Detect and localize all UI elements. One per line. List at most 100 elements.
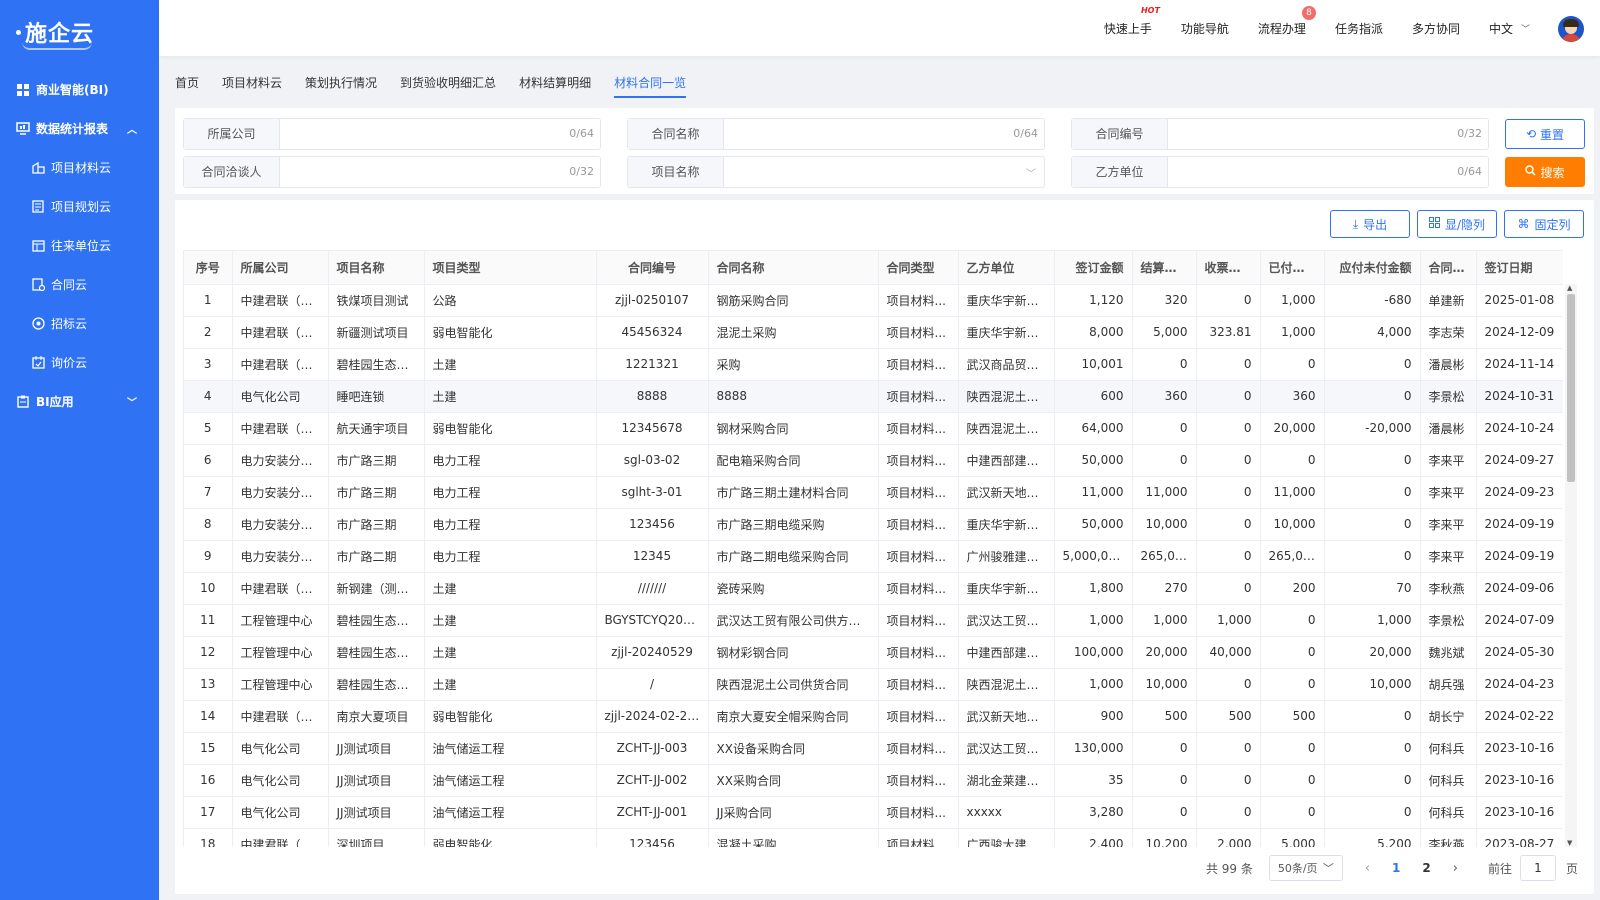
table-row[interactable]: 8 电力安装分公司 市广路三期 电力工程 123456 市广路三期电缆采购 项目材料... 重…: [184, 508, 1563, 541]
table-row[interactable]: 3 中建君联（广... 碧桂园生态城... 土建 1221321 采购 项目材料... 武汉商…: [184, 348, 1563, 381]
company-input[interactable]: 0/64: [280, 119, 600, 149]
tab-material-settlement[interactable]: 材料结算明细: [519, 70, 591, 98]
project-name-select[interactable]: ﹀: [724, 157, 1044, 187]
table-cell: 1,000: [1054, 604, 1133, 637]
scroll-up-icon[interactable]: ▲: [1567, 284, 1572, 292]
export-button[interactable]: ⤓ 导出: [1330, 210, 1410, 238]
sidebar-subitem-bidding[interactable]: 招标云: [0, 304, 159, 343]
prev-page-button[interactable]: ‹: [1365, 861, 1370, 876]
process-link[interactable]: 流程办理 8: [1258, 5, 1316, 37]
vertical-scrollbar[interactable]: ▲ ▼: [1565, 284, 1577, 847]
column-header[interactable]: 乙方单位: [958, 251, 1055, 285]
column-header[interactable]: 项目类型: [424, 251, 597, 285]
fix-columns-button[interactable]: ⌘ 固定列: [1504, 210, 1584, 238]
table-row[interactable]: 16 电气化公司 JJ测试项目 油气储运工程 ZCHT-JJ-002 XX采购合同 项目材料…: [184, 764, 1563, 797]
column-header[interactable]: 合同名称: [708, 251, 879, 285]
goto-page-input[interactable]: 1: [1519, 855, 1556, 881]
table-row[interactable]: 15 电气化公司 JJ测试项目 油气储运工程 ZCHT-JJ-003 XX设备采购合同 项目…: [184, 732, 1563, 765]
tab-home[interactable]: 首页: [175, 70, 199, 98]
function-nav-link[interactable]: 功能导航: [1181, 20, 1229, 37]
column-header[interactable]: 项目名称: [328, 251, 425, 285]
table-row[interactable]: 9 电力安装分公司 市广路二期 电力工程 12345 市广路二期电缆采购合同 项目材料...…: [184, 540, 1563, 573]
sidebar-item-reports[interactable]: 数据统计报表 ︿: [0, 109, 159, 148]
table-row[interactable]: 4 电气化公司 睡吧连锁 土建 8888 8888 项目材料... 陕西混泥土公司 600 360…: [184, 380, 1563, 413]
task-assign-link[interactable]: 任务指派: [1335, 20, 1383, 37]
table-cell: 项目材料...: [878, 732, 959, 765]
negotiator-field[interactable]: 合同洽谈人 0/32: [183, 156, 601, 188]
tab-project-material[interactable]: 项目材料云: [222, 70, 282, 98]
table-cell: 重庆华宇新材...: [958, 316, 1055, 349]
column-header[interactable]: 所属公司: [232, 251, 329, 285]
contract-name-input[interactable]: 0/64: [724, 119, 1044, 149]
table-row[interactable]: 2 中建君联（广... 新疆测试项目 弱电智能化 45456324 混泥土采购 项目材料..…: [184, 316, 1563, 349]
column-header[interactable]: 合同洽...: [1420, 251, 1477, 285]
table-row[interactable]: 7 电力安装分公司 市广路三期 电力工程 sglht-3-01 市广路三期土建材料合同 项目…: [184, 476, 1563, 509]
column-header[interactable]: 已付金额: [1260, 251, 1325, 285]
tab-arrival-acceptance[interactable]: 到货验收明细汇总: [400, 70, 496, 98]
sidebar-item-bi[interactable]: 商业智能(BI): [0, 70, 159, 109]
negotiator-input[interactable]: 0/32: [280, 157, 600, 187]
sidebar-item-bi-apps[interactable]: BI应用 ﹀: [0, 382, 159, 421]
quick-start-link[interactable]: 快速上手 HOT: [1104, 6, 1160, 37]
table-cell: 项目材料...: [878, 380, 959, 413]
contract-name-field[interactable]: 合同名称 0/64: [627, 118, 1045, 150]
table-row[interactable]: 5 中建君联（广... 航天通宇项目 弱电智能化 12345678 钢材采购合同 项目材料.…: [184, 412, 1563, 445]
table-row[interactable]: 14 中建君联（广... 南京大夏项目 弱电智能化 zjjl-2024-02-22...…: [184, 700, 1563, 733]
table-body: 1 中建君联（广... 铁煤项目测试 公路 zjjl-0250107 钢筋采购合同 项目材料…: [184, 284, 1563, 847]
table-row[interactable]: 18 中建君联（广... 深圳项目 弱电智能化 123456 混凝土采购 项目材料... 广西…: [184, 828, 1563, 847]
tab-material-contract[interactable]: 材料合同一览: [614, 70, 687, 98]
table-row[interactable]: 10 中建君联（广... 新钢建（测试） 土建///////瓷砖采购 项目材料... 重庆…: [184, 572, 1563, 605]
table-row[interactable]: 17 电气化公司 JJ测试项目 油气储运工程 ZCHT-JJ-001 JJ采购合同 项目材料…: [184, 796, 1563, 829]
sidebar-subitem-material[interactable]: 项目材料云: [0, 148, 159, 187]
table-cell: 4: [184, 380, 233, 413]
table-cell: 市广路三期: [328, 476, 425, 509]
reset-button[interactable]: ⟲ 重置: [1505, 119, 1585, 149]
party-b-input[interactable]: 0/64: [1168, 157, 1488, 187]
avatar[interactable]: [1558, 16, 1584, 42]
sidebar-subitem-contract[interactable]: 合同云: [0, 265, 159, 304]
column-header[interactable]: 合同类型: [878, 251, 959, 285]
page-2-button[interactable]: 2: [1422, 861, 1430, 875]
table-cell: 航天通宇项目: [328, 412, 425, 445]
sidebar-subitem-partners[interactable]: 往来单位云: [0, 226, 159, 265]
table-row[interactable]: 12 工程管理中心 碧桂园生态城... 土建 zjjl-20240529 钢材彩钢合同 项目…: [184, 636, 1563, 669]
tab-plan-execution[interactable]: 策划执行情况: [305, 70, 377, 98]
search-button[interactable]: 搜索: [1505, 157, 1585, 187]
total-count: 共 99 条: [1205, 861, 1253, 876]
party-b-field[interactable]: 乙方单位 0/64: [1071, 156, 1489, 188]
language-select[interactable]: 中文 ﹀: [1489, 20, 1530, 37]
table-row[interactable]: 11 工程管理中心 碧桂园生态城... 土建 BGYSTCYQ2024... 武汉达工贸有…: [184, 604, 1563, 637]
collaboration-link[interactable]: 多方协同: [1412, 20, 1460, 37]
table-row[interactable]: 13 工程管理中心 碧桂园生态城... 土建 / 陕西混泥土公司供货合同 项目材料... 陕西…: [184, 668, 1563, 701]
table-cell: 广州骏雅建材...: [958, 540, 1055, 573]
scroll-down-icon[interactable]: ▼: [1567, 839, 1572, 847]
project-name-field[interactable]: 项目名称 ﹀: [627, 156, 1045, 188]
column-header[interactable]: 序号: [184, 251, 233, 285]
company-field[interactable]: 所属公司 0/64: [183, 118, 601, 150]
column-header[interactable]: 应付未付金额: [1324, 251, 1421, 285]
table-cell: 0: [1196, 796, 1261, 829]
page-size-select[interactable]: 50条/页 ﹀: [1268, 855, 1343, 881]
table-cell: 0: [1196, 412, 1261, 445]
table-row[interactable]: 1 中建君联（广... 铁煤项目测试 公路 zjjl-0250107 钢筋采购合同 项目材料…: [184, 284, 1563, 317]
column-header[interactable]: 签订日期: [1476, 251, 1563, 285]
avatar-body: [1561, 34, 1581, 42]
contract-no-input[interactable]: 0/32: [1168, 119, 1488, 149]
logo[interactable]: 施企云: [0, 0, 159, 64]
scrollbar-thumb[interactable]: [1567, 294, 1575, 482]
logo-swoosh: [22, 42, 92, 50]
column-header[interactable]: 签订金额: [1054, 251, 1133, 285]
page-1-button[interactable]: 1: [1392, 861, 1400, 875]
sidebar-subitem-planning[interactable]: 项目规划云: [0, 187, 159, 226]
toggle-columns-button[interactable]: 显/隐列: [1417, 210, 1497, 238]
table-row[interactable]: 6 电力安装分公司 市广路三期 电力工程 sgl-03-02 配电箱采购合同 项目材料...…: [184, 444, 1563, 477]
column-header[interactable]: 收票金额: [1196, 251, 1261, 285]
column-header[interactable]: 结算金额: [1132, 251, 1197, 285]
column-header[interactable]: 合同编号: [596, 251, 709, 285]
contract-no-field[interactable]: 合同编号 0/32: [1071, 118, 1489, 150]
table-cell: 何科兵: [1420, 732, 1477, 765]
next-page-button[interactable]: ›: [1453, 861, 1458, 876]
table-cell: 12345: [596, 540, 709, 573]
table-cell: 潘晨彬: [1420, 348, 1477, 381]
sidebar-subitem-inquiry[interactable]: 询价云: [0, 343, 159, 382]
